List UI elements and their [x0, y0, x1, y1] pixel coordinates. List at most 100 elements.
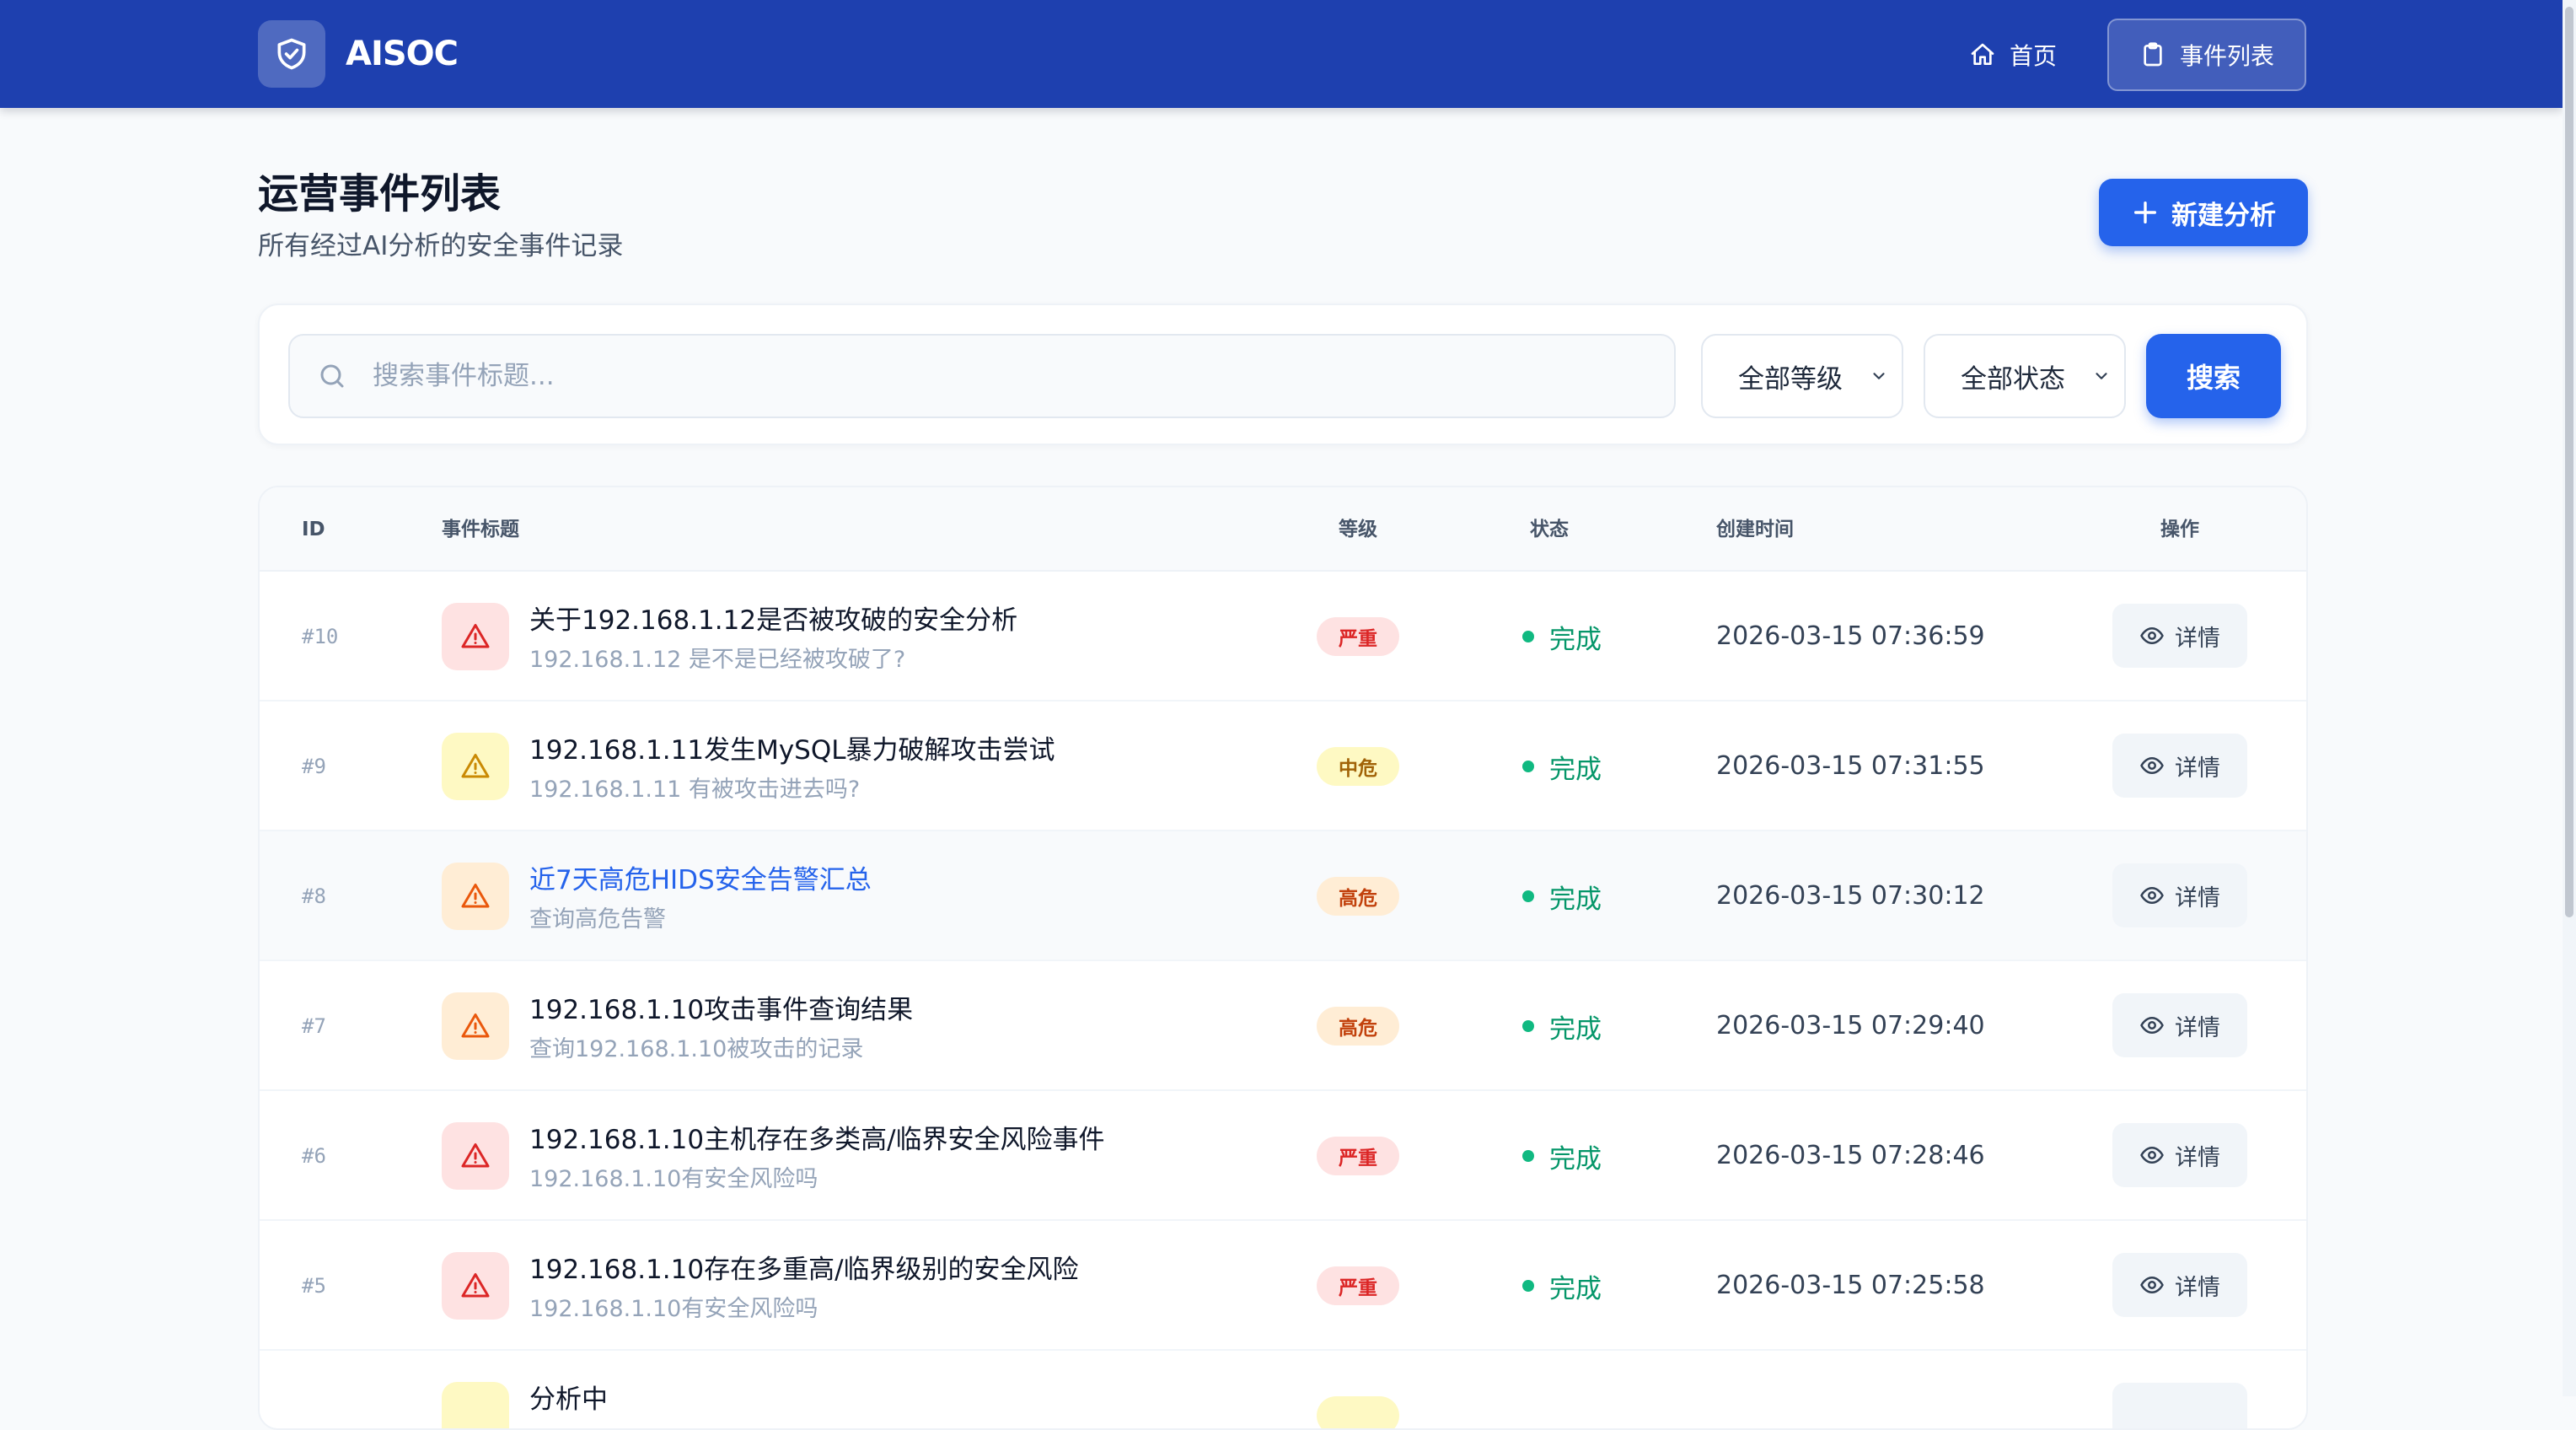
level-badge: 严重	[1317, 617, 1399, 656]
eye-icon	[2140, 757, 2164, 774]
search-button[interactable]: 搜索	[2146, 334, 2281, 418]
status-text: 完成	[1549, 884, 1602, 915]
event-query: 192.168.1.11 有被攻击进去吗?	[529, 777, 861, 803]
event-title[interactable]: 近7天高危HIDS安全告警汇总	[529, 858, 872, 896]
alert-triangle-icon	[442, 1382, 509, 1428]
created-time: 2026-03-15 07:29:40	[1716, 1011, 1985, 1040]
header-status: 状态	[1530, 519, 1569, 540]
status-text: 完成	[1549, 1143, 1602, 1175]
table-row[interactable]: #6 192.168.1.10主机存在多类高/临界安全风险事件 192.168.…	[260, 1091, 2306, 1221]
new-analysis-button[interactable]: 新建分析	[2099, 179, 2308, 246]
nav-events[interactable]: 事件列表	[2106, 19, 2306, 91]
chevron-down-icon	[2096, 373, 2107, 379]
alert-triangle-icon	[442, 733, 509, 800]
level-badge: 严重	[1317, 1137, 1399, 1175]
top-navbar: AISOC 首页 事件列表	[0, 0, 2563, 108]
table-row[interactable]: #8 近7天高危HIDS安全告警汇总 查询高危告警 高危 完成 2026-03-…	[260, 831, 2306, 961]
created-time: 2026-03-15 07:31:55	[1716, 751, 1985, 781]
search-field[interactable]	[288, 334, 1676, 418]
event-id: #7	[302, 1014, 326, 1038]
eye-icon	[2140, 887, 2164, 904]
event-title[interactable]: 分析中	[529, 1378, 608, 1416]
level-badge: 高危	[1317, 877, 1399, 916]
details-button[interactable]: 详情	[2112, 863, 2247, 927]
event-id: #10	[302, 625, 339, 648]
details-label: 详情	[2175, 1274, 2220, 1301]
event-title[interactable]: 关于192.168.1.12是否被攻破的安全分析	[529, 599, 1017, 637]
details-label: 详情	[2175, 625, 2220, 652]
created-time: 2026-03-15 07:28:46	[1716, 1141, 1985, 1170]
table-row[interactable]: #9 192.168.1.11发生MySQL暴力破解攻击尝试 192.168.1…	[260, 702, 2306, 831]
event-id: #5	[302, 1274, 326, 1298]
header-created: 创建时间	[1716, 519, 1794, 540]
page-subtitle: 所有经过AI分析的安全事件记录	[258, 231, 624, 261]
status-dot	[1522, 1150, 1534, 1162]
header-level: 等级	[1339, 519, 1377, 540]
details-button[interactable]: 详情	[2112, 734, 2247, 798]
status-select-value: 全部状态	[1961, 363, 2065, 395]
status-dot	[1522, 890, 1534, 902]
details-button[interactable]	[2112, 1383, 2247, 1428]
table-row[interactable]: #5 192.168.1.10存在多重高/临界级别的安全风险 192.168.1…	[260, 1221, 2306, 1351]
status-dot	[1522, 1020, 1534, 1032]
table-row[interactable]: #7 192.168.1.10攻击事件查询结果 查询192.168.1.10被攻…	[260, 961, 2306, 1091]
status-dot	[1522, 761, 1534, 772]
created-time: 2026-03-15 07:36:59	[1716, 621, 1985, 651]
event-query: 192.168.1.10有安全风险吗	[529, 1166, 818, 1192]
details-button[interactable]: 详情	[2112, 993, 2247, 1057]
status-indicator: 完成	[1522, 572, 1602, 702]
event-title[interactable]: 192.168.1.10存在多重高/临界级别的安全风险	[529, 1248, 1079, 1286]
status-indicator: 完成	[1522, 831, 1602, 961]
status-indicator: 完成	[1522, 1221, 1602, 1351]
status-select[interactable]: 全部状态	[1924, 334, 2126, 418]
event-id: #8	[302, 884, 326, 908]
status-text: 完成	[1549, 1013, 1602, 1045]
scrollbar-thumb[interactable]	[2565, 7, 2573, 917]
plus-icon	[2133, 201, 2157, 224]
event-query: 查询192.168.1.10被攻击的记录	[529, 1036, 864, 1062]
event-title[interactable]: 192.168.1.10攻击事件查询结果	[529, 988, 913, 1026]
created-time: 2026-03-15 07:25:58	[1716, 1271, 1985, 1300]
event-id: #9	[302, 755, 326, 778]
details-label: 详情	[2175, 755, 2220, 782]
details-label: 详情	[2175, 1014, 2220, 1041]
status-text: 完成	[1549, 1273, 1602, 1304]
status-dot	[1522, 1280, 1534, 1292]
search-icon	[320, 364, 344, 388]
page-title: 运营事件列表	[258, 170, 502, 218]
eye-icon	[2140, 1017, 2164, 1034]
level-badge: 严重	[1317, 1266, 1399, 1305]
details-button[interactable]: 详情	[2112, 604, 2247, 668]
header-id: ID	[302, 519, 325, 540]
chevron-down-icon	[1873, 373, 1885, 379]
search-input[interactable]	[371, 360, 1593, 392]
status-indicator: 完成	[1522, 1091, 1602, 1221]
level-badge: 高危	[1317, 1007, 1399, 1046]
event-title[interactable]: 192.168.1.11发生MySQL暴力破解攻击尝试	[529, 728, 1055, 766]
status-dot	[1522, 631, 1534, 642]
details-button[interactable]: 详情	[2112, 1253, 2247, 1317]
event-query: 192.168.1.12 是不是已经被攻破了?	[529, 647, 906, 673]
alert-triangle-icon	[442, 863, 509, 930]
home-icon	[1971, 43, 1994, 65]
nav-events-label: 事件列表	[2179, 42, 2274, 70]
table-row[interactable]: #10 关于192.168.1.12是否被攻破的安全分析 192.168.1.1…	[260, 572, 2306, 702]
new-analysis-label: 新建分析	[2171, 200, 2276, 231]
event-id: #6	[302, 1144, 326, 1168]
alert-triangle-icon	[442, 1252, 509, 1320]
eye-icon	[2140, 1277, 2164, 1293]
event-title[interactable]: 192.168.1.10主机存在多类高/临界安全风险事件	[529, 1118, 1105, 1156]
event-query: 192.168.1.10有安全风险吗	[529, 1296, 818, 1322]
alert-triangle-icon	[442, 992, 509, 1060]
status-text: 完成	[1549, 754, 1602, 785]
page-scrollbar[interactable]	[2563, 0, 2576, 1396]
details-button[interactable]: 详情	[2112, 1123, 2247, 1187]
level-select-value: 全部等级	[1738, 363, 1843, 395]
brand[interactable]: AISOC	[258, 20, 459, 88]
level-select[interactable]: 全部等级	[1701, 334, 1903, 418]
app-name: AISOC	[346, 35, 459, 73]
table-row[interactable]: 分析中	[260, 1351, 2306, 1428]
alert-triangle-icon	[442, 1122, 509, 1190]
nav-home[interactable]: 首页	[1939, 19, 2087, 91]
status-indicator: 完成	[1522, 702, 1602, 831]
